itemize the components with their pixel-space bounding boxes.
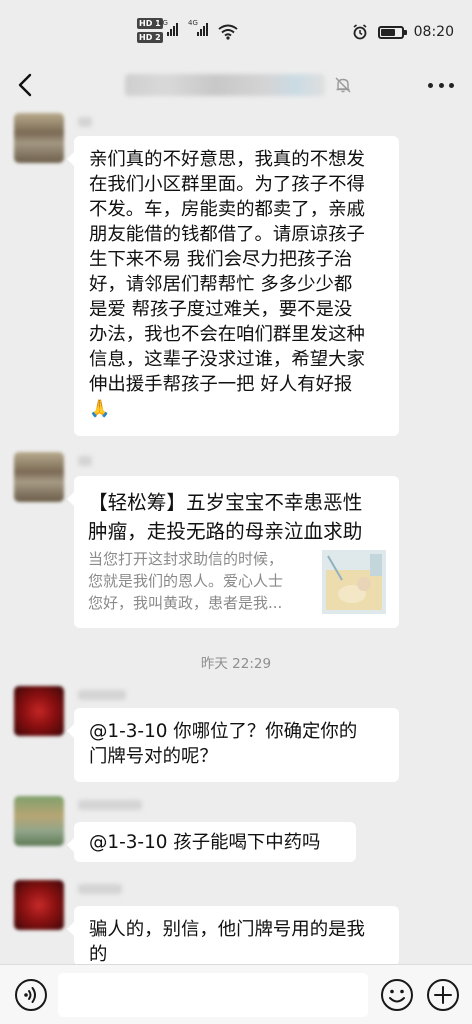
- card-desc-line: 当您打开这封求助信的时候，: [88, 550, 284, 568]
- message-line: 不发。车，房能卖的都卖了，亲戚: [89, 199, 365, 220]
- avatar[interactable]: [14, 113, 64, 163]
- plus-icon[interactable]: [426, 978, 460, 1012]
- status-bar: HD 1 HD 2 4G 4G 08:20: [0, 0, 472, 62]
- message-bubble-3[interactable]: @1-3-10 你哪位了？你确定你的 门牌号对的呢？: [67, 708, 399, 782]
- message-input[interactable]: [58, 973, 368, 1017]
- status-time: 08:20: [413, 24, 454, 40]
- back-arrow-icon[interactable]: [12, 70, 42, 100]
- card-thumbnail-image: [322, 550, 386, 614]
- card-description: 当您打开这封求助信的时候， 您就是我们的恩人。爱心人士 您好，我叫黄政，患者是我…: [88, 548, 318, 614]
- chat-timestamp: 昨天 22:29: [200, 656, 272, 672]
- voice-icon[interactable]: [14, 978, 48, 1012]
- signal-2-icon: 4G: [188, 19, 208, 36]
- sender-name-blurred: [78, 690, 126, 700]
- message-bubble-5[interactable]: 骗人的，别信，他门牌号用的是我 的: [67, 906, 399, 966]
- message-line: 朋友能借的钱都借了。请原谅孩子: [89, 224, 365, 245]
- share-link-card[interactable]: 【轻松筹】五岁宝宝不幸患恶性 肿瘤，走投无路的母亲泣血求助 当您打开这封求助信的…: [67, 476, 399, 628]
- avatar[interactable]: [14, 796, 64, 846]
- message-line: 生下来不易 我们会尽力把孩子治: [89, 249, 353, 270]
- sender-name-blurred: [78, 117, 92, 127]
- message-bubble-1[interactable]: 亲们真的不好意思，我真的不想发 在我们小区群里面。为了孩子不得 不发。车，房能卖…: [67, 136, 399, 436]
- sender-name-blurred: [78, 456, 92, 466]
- avatar[interactable]: [14, 686, 64, 736]
- chat-nav-bar: [0, 62, 472, 110]
- card-desc-line: 您好，我叫黄政，患者是我...: [88, 594, 283, 612]
- card-desc-line: 您就是我们的恩人。爱心人士: [88, 572, 284, 590]
- signal-indicators: 4G 4G: [158, 19, 208, 36]
- message-line: 好，请邻居们帮帮忙 多多少少都: [89, 274, 353, 295]
- emoji-icon[interactable]: [380, 978, 414, 1012]
- avatar[interactable]: [14, 452, 64, 502]
- chat-title-blurred: [125, 74, 325, 96]
- card-title-line: 【轻松筹】五岁宝宝不幸患恶性: [88, 491, 363, 514]
- message-line: 伸出援手帮孩子一把 好人有好报: [89, 374, 353, 395]
- pray-emoji-icon: 🙏: [89, 399, 111, 419]
- message-line: 门牌号对的呢？: [89, 746, 218, 767]
- card-title-line: 肿瘤，走投无路的母亲泣血求助: [88, 520, 363, 543]
- message-line: @1-3-10 孩子能喝下中药吗: [89, 832, 321, 853]
- chat-input-bar: [0, 964, 472, 1024]
- wifi-icon: [218, 24, 238, 40]
- message-line: @1-3-10 你哪位了？你确定你的: [89, 721, 358, 742]
- more-dots-icon[interactable]: [428, 78, 454, 92]
- battery-icon: [377, 25, 407, 39]
- sender-name-blurred: [78, 884, 122, 894]
- sender-name-blurred: [78, 800, 142, 810]
- message-line: 办法，我也不会在咱们群里发这种: [89, 324, 365, 345]
- alarm-icon: [353, 24, 367, 40]
- card-title: 【轻松筹】五岁宝宝不幸患恶性 肿瘤，走投无路的母亲泣血求助: [88, 488, 388, 546]
- battery-fill: [380, 28, 396, 36]
- message-line: 信息，这辈子没求过谁，希望大家: [89, 349, 365, 370]
- message-line: 是爱 帮孩子度过难关，要不是没: [89, 299, 353, 320]
- signal-1-icon: 4G: [158, 19, 178, 36]
- message-bubble-4[interactable]: @1-3-10 孩子能喝下中药吗: [67, 822, 356, 862]
- message-line: 在我们小区群里面。为了孩子不得: [89, 174, 365, 195]
- message-line: 骗人的，别信，他门牌号用的是我: [89, 919, 365, 940]
- mute-bell-icon: [335, 77, 351, 93]
- avatar[interactable]: [14, 880, 64, 930]
- message-line: 亲们真的不好意思，我真的不想发: [89, 149, 365, 170]
